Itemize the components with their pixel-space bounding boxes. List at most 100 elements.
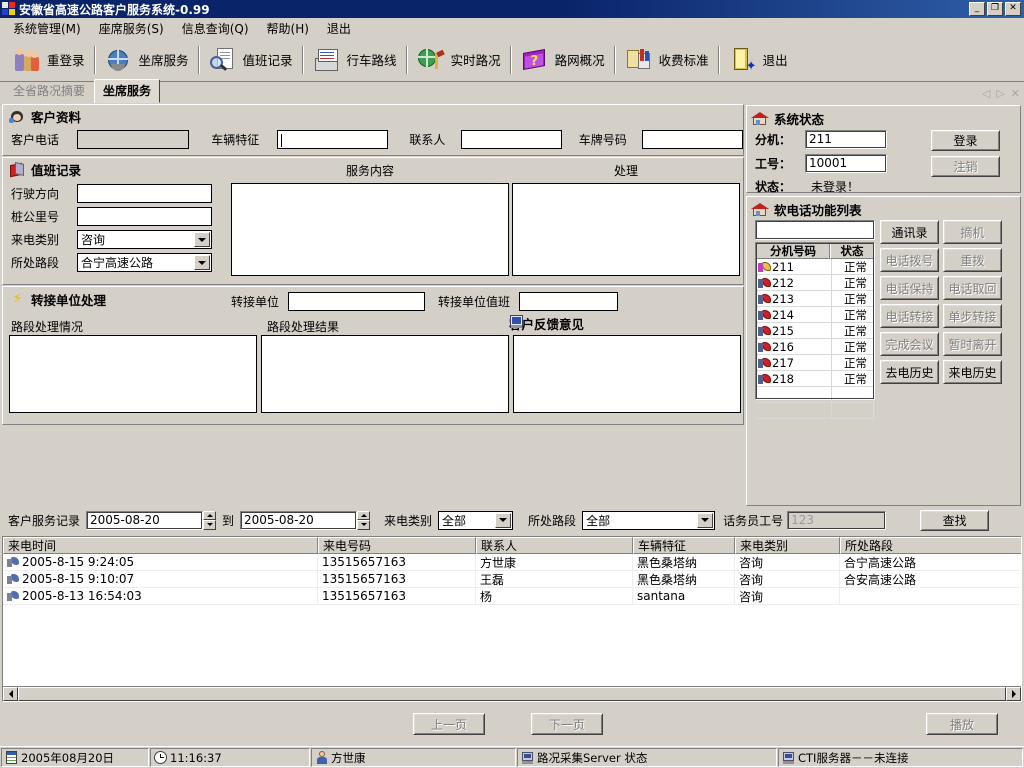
extension-row[interactable]: 211 正常 bbox=[756, 259, 874, 275]
window-title: 安徽省高速公路客户服务系统-0.99 bbox=[19, 1, 210, 18]
service-content-textarea[interactable] bbox=[231, 183, 509, 276]
column-header-call-time[interactable]: 来电时间 bbox=[3, 537, 318, 554]
table-row[interactable]: 2005-8-15 9:24:05 13515657163 方世康 黑色桑塔纳 … bbox=[3, 554, 1021, 571]
toolbar-button-toll-standard[interactable]: 收费标准 bbox=[618, 40, 716, 80]
scrollbar-thumb[interactable] bbox=[18, 687, 1006, 701]
hold-button[interactable]: 电话保持 bbox=[880, 276, 939, 300]
transfer-button[interactable]: 电话转接 bbox=[880, 304, 939, 328]
date-to-spinner[interactable] bbox=[357, 511, 370, 530]
transfer-unit-group: 转接单位处理 转接单位 转接单位值班 路段处理情况 路段处理结果 客户反馈意见 bbox=[2, 286, 744, 425]
tab-navigation: ◁ ▷ ✕ bbox=[982, 87, 1020, 100]
toolbar-button-route[interactable]: 行车路线 bbox=[306, 40, 404, 80]
extension-row[interactable]: 212 正常 bbox=[756, 275, 874, 291]
column-header-call-type[interactable]: 来电类别 bbox=[735, 537, 840, 554]
offhook-button[interactable]: 摘机 bbox=[943, 220, 1002, 244]
contact-person-input[interactable] bbox=[461, 130, 562, 149]
next-page-button[interactable]: 下一页 bbox=[531, 713, 603, 735]
section-result-textarea[interactable] bbox=[261, 335, 509, 413]
house-icon bbox=[752, 111, 769, 126]
date-from-input[interactable]: 2005-08-20 03:10:24 bbox=[86, 511, 203, 530]
chevron-down-icon[interactable] bbox=[495, 513, 511, 528]
extension-row-empty bbox=[756, 387, 874, 403]
toolbar-button-duty-record[interactable]: 值班记录 bbox=[202, 40, 300, 80]
column-header-extension[interactable]: 分机号码 bbox=[756, 243, 830, 259]
extension-row[interactable]: 215 正常 bbox=[756, 323, 874, 339]
extension-row[interactable]: 216 正常 bbox=[756, 339, 874, 355]
minimize-button[interactable]: _ bbox=[969, 2, 985, 16]
single-step-transfer-button[interactable]: 单步转接 bbox=[943, 304, 1002, 328]
pager-bar: 上一页 下一页 播放 bbox=[0, 702, 1024, 746]
extension-row[interactable]: 217 正常 bbox=[756, 355, 874, 371]
driving-direction-input[interactable] bbox=[77, 184, 212, 203]
toolbar-separator bbox=[198, 46, 200, 74]
vehicle-feature-input[interactable] bbox=[277, 130, 389, 149]
column-header-status[interactable]: 状态 bbox=[830, 243, 874, 259]
play-button[interactable]: 播放 bbox=[926, 713, 998, 735]
column-header-call-number[interactable]: 来电号码 bbox=[318, 537, 476, 554]
status-traffic-server-cell: 路况采集Server 状态 bbox=[517, 748, 777, 767]
transfer-duty-input[interactable] bbox=[519, 292, 618, 311]
section-status-textarea[interactable] bbox=[9, 335, 257, 413]
staff-id-input[interactable]: 10001 bbox=[805, 154, 887, 173]
dial-button[interactable]: 电话拨号 bbox=[880, 248, 939, 272]
chevron-down-icon[interactable] bbox=[697, 513, 713, 528]
finish-conference-button[interactable]: 完成会议 bbox=[880, 332, 939, 356]
column-header-contact[interactable]: 联系人 bbox=[476, 537, 633, 554]
toolbar-button-exit[interactable]: 退出 bbox=[722, 40, 795, 80]
road-section-combo[interactable]: 合宁高速公路 bbox=[77, 253, 212, 272]
call-type-combo[interactable]: 咨询 bbox=[77, 230, 212, 249]
extension-list[interactable]: 分机号码 状态 211 正常 212 正常 213 正常 bbox=[755, 242, 875, 400]
temporary-leave-button[interactable]: 暂时离开 bbox=[943, 332, 1002, 356]
menu-item-exit[interactable]: 退出 bbox=[318, 18, 360, 39]
table-horizontal-scrollbar[interactable] bbox=[3, 686, 1021, 701]
filter-section-combo[interactable]: 全部 bbox=[582, 511, 715, 530]
retrieve-button[interactable]: 电话取回 bbox=[943, 276, 1002, 300]
softphone-search-input[interactable] bbox=[755, 220, 875, 240]
extension-input[interactable]: 211 bbox=[805, 130, 887, 149]
date-from-spinner[interactable] bbox=[203, 511, 216, 530]
menu-item-seat-service[interactable]: 座席服务(S) bbox=[90, 18, 173, 39]
feedback-textarea[interactable] bbox=[513, 335, 741, 413]
chevron-down-icon[interactable] bbox=[194, 232, 210, 247]
pile-kilometer-input[interactable] bbox=[77, 207, 212, 226]
restore-button[interactable]: ❐ bbox=[987, 2, 1003, 16]
column-header-road-section[interactable]: 所处路段 bbox=[840, 537, 1022, 554]
extension-row[interactable]: 214 正常 bbox=[756, 307, 874, 323]
plate-number-input[interactable] bbox=[642, 130, 743, 149]
logout-button[interactable]: 注销 bbox=[931, 156, 1000, 177]
phonebook-button[interactable]: 通讯录 bbox=[880, 220, 939, 244]
table-row[interactable]: 2005-8-13 16:54:03 13515657163 杨 santana… bbox=[3, 588, 1021, 605]
date-to-input[interactable]: 2005-08-20 11:15:55 bbox=[240, 511, 357, 530]
scroll-left-icon[interactable] bbox=[3, 687, 18, 701]
toolbar-button-relogin[interactable]: 重登录 bbox=[6, 40, 92, 80]
search-button[interactable]: 查找 bbox=[920, 510, 989, 531]
transfer-unit-input[interactable] bbox=[288, 292, 425, 311]
toolbar-button-network-overview[interactable]: 路网概况 bbox=[514, 40, 612, 80]
column-header-vehicle[interactable]: 车辆特征 bbox=[633, 537, 735, 554]
prev-page-button[interactable]: 上一页 bbox=[413, 713, 485, 735]
scroll-right-icon[interactable] bbox=[1006, 687, 1021, 701]
tab-next-icon[interactable]: ▷ bbox=[996, 87, 1004, 100]
incoming-history-button[interactable]: 来电历史 bbox=[943, 360, 1002, 384]
toolbar-button-realtime-traffic[interactable]: 实时路况 bbox=[410, 40, 508, 80]
login-button[interactable]: 登录 bbox=[931, 130, 1000, 151]
operator-id-input[interactable]: 123 bbox=[787, 511, 886, 530]
outgoing-history-button[interactable]: 去电历史 bbox=[880, 360, 939, 384]
redial-button[interactable]: 重拨 bbox=[943, 248, 1002, 272]
tab-prev-icon[interactable]: ◁ bbox=[982, 87, 990, 100]
chevron-down-icon[interactable] bbox=[194, 255, 210, 270]
toolbar-button-seat-service[interactable]: 坐席服务 bbox=[98, 40, 196, 80]
tab-seat-service[interactable]: 坐席服务 bbox=[94, 79, 160, 103]
extension-row[interactable]: 218 正常 bbox=[756, 371, 874, 387]
menu-item-help[interactable]: 帮助(H) bbox=[258, 18, 318, 39]
close-button[interactable]: ✕ bbox=[1005, 2, 1021, 16]
filter-call-type-combo[interactable]: 全部 bbox=[438, 511, 513, 530]
menu-item-system[interactable]: 系统管理(M) bbox=[4, 18, 90, 39]
extension-row[interactable]: 213 正常 bbox=[756, 291, 874, 307]
handling-textarea[interactable] bbox=[512, 183, 740, 276]
customer-phone-input[interactable] bbox=[77, 130, 190, 149]
table-row[interactable]: 2005-8-15 9:10:07 13515657163 王磊 黑色桑塔纳 咨… bbox=[3, 571, 1021, 588]
menu-item-info-query[interactable]: 信息查询(Q) bbox=[173, 18, 258, 39]
tab-close-icon[interactable]: ✕ bbox=[1011, 87, 1020, 100]
tab-province-traffic-summary[interactable]: 全省路况摘要 bbox=[4, 79, 94, 103]
